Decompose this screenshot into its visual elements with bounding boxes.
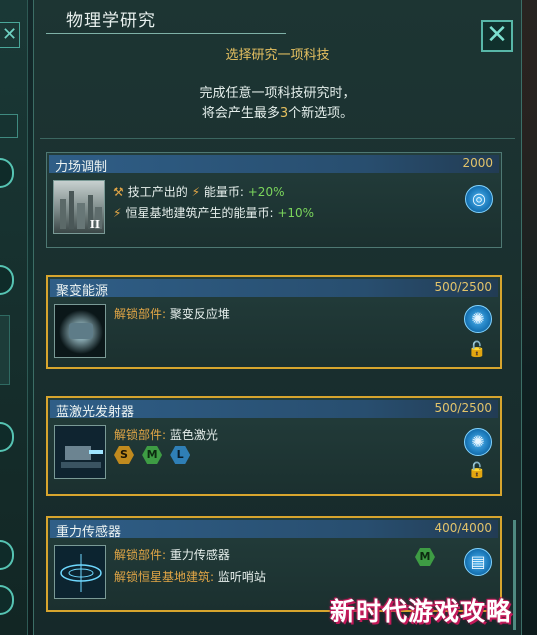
title-bar: 物理学研究 xyxy=(46,0,286,34)
left-ring-icon[interactable] xyxy=(0,540,14,570)
info-suffix: 个新选项。 xyxy=(288,106,354,121)
tech-cost: 500/2500 xyxy=(434,280,493,294)
tech-image-laser xyxy=(54,425,106,479)
energy-icon: ⚡ xyxy=(113,206,122,220)
divider xyxy=(40,138,515,139)
slot-medium-badge: M xyxy=(415,548,435,566)
info-line-1: 完成任意一项科技研究时， xyxy=(199,86,356,101)
energy-icon: ⚡ xyxy=(191,185,201,199)
slot-small-badge: S xyxy=(114,446,134,464)
tech-name: 力场调制 xyxy=(55,160,108,175)
slot-medium-badge: M xyxy=(142,446,163,464)
page-title: 物理学研究 xyxy=(66,11,156,31)
left-ring-icon[interactable] xyxy=(0,422,14,452)
tech-cost: 500/2500 xyxy=(434,401,493,415)
effect-text: 恒星基地建筑产生的能量币: xyxy=(125,206,274,220)
tech-name: 聚变能源 xyxy=(56,284,109,299)
tech-image-starbase: II xyxy=(53,180,105,234)
lock-icon: 🔓 xyxy=(467,340,487,358)
tech-card-header: 蓝激光发射器 500/2500 xyxy=(50,400,498,420)
effect-text: 技工产出的 xyxy=(127,185,188,199)
wrench-icon: ⚒ xyxy=(113,185,124,199)
unlock-line: 解锁部件: 蓝色激光 xyxy=(114,426,218,443)
unlock-label: 解锁部件: xyxy=(114,548,167,562)
unlock-label: 解锁恒星基地建筑: xyxy=(114,570,215,584)
slot-sizes: S M L xyxy=(114,443,193,464)
unlock-value: 聚变反应堆 xyxy=(169,307,230,321)
tech-name: 蓝激光发射器 xyxy=(56,405,135,420)
tech-card-header: 聚变能源 500/2500 xyxy=(50,279,498,299)
info-line-2: 将会产生最多3个新选项。 xyxy=(33,104,522,124)
info-count: 3 xyxy=(279,106,289,121)
unlock-value: 蓝色激光 xyxy=(169,428,218,442)
tech-image-reactor xyxy=(54,304,106,358)
panel-info: 完成任意一项科技研究时， 将会产生最多3个新选项。 xyxy=(33,84,522,124)
unlock-line: 解锁部件: 重力传感器 xyxy=(114,546,230,563)
tech-card-header: 重力传感器 400/4000 xyxy=(50,520,498,540)
tech-image-sensor xyxy=(54,545,106,599)
tech-cost: 400/4000 xyxy=(434,521,493,535)
unlock-label: 解锁部件: xyxy=(114,307,167,321)
tech-card-header: 力场调制 2000 xyxy=(49,155,499,175)
slot-large-badge: L xyxy=(170,446,191,464)
effect-resource: 能量币: xyxy=(203,185,244,199)
unlock-value: 监听哨站 xyxy=(217,570,266,584)
unlock-line: 解锁部件: 聚变反应堆 xyxy=(114,305,230,322)
tech-card-force-field[interactable]: 力场调制 2000 II ⚒ 技工产出的 ⚡ 能量币: +20% ⚡ 恒星基地建筑产… xyxy=(46,152,502,248)
info-prefix: 将会产生最多 xyxy=(201,106,280,121)
unlock-value: 重力传感器 xyxy=(169,548,230,562)
tier-badge: II xyxy=(89,218,100,231)
tech-card-blue-laser[interactable]: 蓝激光发射器 500/2500 解锁部件: 蓝色激光 S M L ✺ 🔓 xyxy=(46,396,502,496)
tech-cost: 2000 xyxy=(462,156,493,170)
left-ring-icon[interactable] xyxy=(0,158,14,188)
tech-card-fusion[interactable]: 聚变能源 500/2500 解锁部件: 聚变反应堆 ✺ 🔓 xyxy=(46,275,502,369)
scrollbar[interactable] xyxy=(513,520,516,630)
left-side-panel: ✕ xyxy=(0,0,28,635)
left-close-icon[interactable]: ✕ xyxy=(0,22,20,48)
watermark: 新时代游戏攻略 xyxy=(330,597,513,626)
left-panel-button[interactable] xyxy=(0,114,18,138)
effect-value: +20% xyxy=(247,185,285,199)
effect-value: +10% xyxy=(277,206,315,220)
left-ring-icon[interactable] xyxy=(0,585,14,615)
industry-category-icon[interactable]: ✺ xyxy=(464,428,492,456)
lock-icon: 🔓 xyxy=(467,461,487,479)
field-category-icon[interactable]: ◎ xyxy=(465,185,493,213)
left-ring-icon[interactable] xyxy=(0,265,14,295)
tech-name: 重力传感器 xyxy=(56,525,122,540)
industry-category-icon[interactable]: ✺ xyxy=(464,305,492,333)
building-category-icon[interactable]: ▤ xyxy=(464,548,492,576)
tech-effect-line: ⚡ 恒星基地建筑产生的能量币: +10% xyxy=(113,204,314,221)
tech-effect-line: ⚒ 技工产出的 ⚡ 能量币: +20% xyxy=(113,183,284,200)
unlock-label: 解锁部件: xyxy=(114,428,167,442)
panel-subtitle: 选择研究一项科技 xyxy=(225,48,330,63)
unlock-line: 解锁恒星基地建筑: 监听哨站 xyxy=(114,568,266,585)
left-tab[interactable] xyxy=(0,315,10,385)
